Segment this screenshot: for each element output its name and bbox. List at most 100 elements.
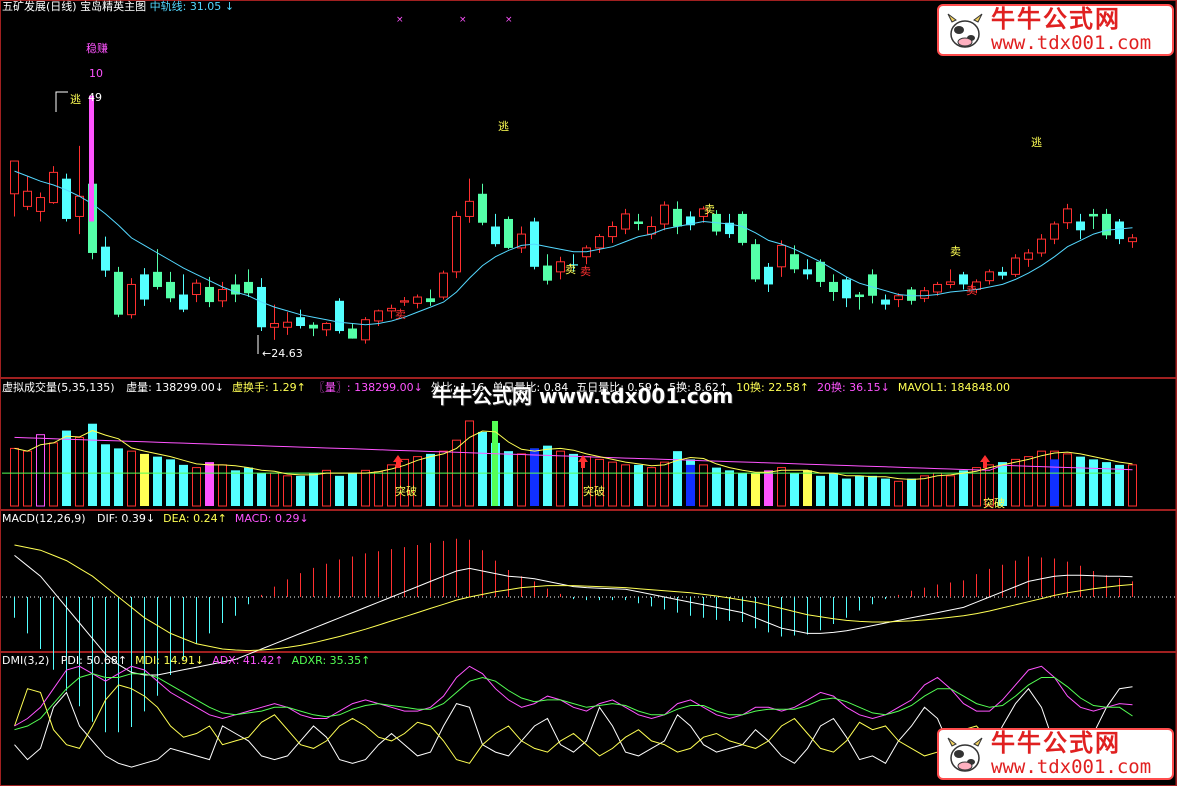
candle-body-up [361,319,370,341]
label-sell-2: 卖 [565,263,576,276]
volume-bar-down [790,473,799,506]
volume-bar-up [270,472,279,507]
label-sell-3: 卖 [580,265,591,278]
label-ten: 10 [89,67,103,80]
stock-title: 五矿发展(日线) [2,0,77,13]
dmi-adx-line [14,665,1133,727]
dmi-header: DMI(3,2) PDI: 50.68↑ MDI: 14.91↓ ADX: 41.4… [2,654,370,668]
volume-bar-up [1128,464,1137,507]
candle-body-down [1089,213,1098,217]
candle-body-down [140,274,149,300]
volume-bar-down [738,473,747,506]
dmi-field: PDI: 50.68↑ [60,654,128,667]
label-sell-4: 卖 [704,203,715,216]
volume-field: MAVOL1: 184848.00 [897,381,1011,394]
volume-bar-up [439,450,448,507]
mid-line-label: 中轨线: [149,0,187,13]
label-high-marker: 逃 [70,93,81,106]
candle-body-up [10,160,19,195]
volume-field: 20换: 36.15↓ [816,381,890,394]
volume-bar-down [855,475,864,506]
candle-body-down [335,300,344,332]
candle-body-up [933,283,942,293]
dmi-field: ADX: 41.42↑ [212,654,284,667]
candle-body-up [322,322,331,331]
panel-frame [0,510,1177,652]
volume-bar-down [868,475,877,506]
candle-body-up [920,290,929,299]
candle-body-up [75,195,84,217]
volume-field: 10换: 22.58↑ [736,381,809,394]
watermark-logo-bottom[interactable]: 牛牛公式网 www.tdx001.com [937,728,1174,780]
candle-body-down [829,281,838,292]
candle-body-down [764,266,773,285]
volume-bar-down [842,478,851,506]
volume-bar-down [543,445,552,506]
volume-title: 虚拟成交量(5,35,135) [2,381,115,394]
volume-bar-down [231,470,240,506]
candle-body-down [426,298,435,303]
label-escape-2: 逃 [1031,136,1042,149]
candle-body-up [192,282,201,296]
volume-bar-down [1089,459,1098,506]
volume-bar-down [205,462,214,506]
candle-body-down [114,271,123,315]
top-mark: × [459,15,467,25]
dmi-title: DMI(3,2) [2,654,50,667]
watermark-brand: 牛牛公式网 [991,5,1121,33]
volume-bar-down [257,473,266,506]
candle-body-up [270,322,279,328]
dmi-adxr-line [14,673,1133,731]
volume-bar-up [75,436,84,507]
candle-body-up [1011,257,1020,275]
volume-bar-down [634,464,643,506]
main-header: 五矿发展(日线) 宝岛精英主图 中轨线: 31.05 ↓ [2,0,234,14]
watermark-url: www.tdx001.com [991,32,1152,54]
volume-highlight-bar [530,448,539,506]
candle-body-down [868,274,877,296]
candle-body-down [842,279,851,299]
candle-body-down [673,208,682,227]
macd-field: DIF: 0.39↓ [97,512,156,525]
volume-bar-up [595,458,604,507]
candle-body-down [62,178,71,219]
volume-bar-down [166,459,175,506]
volume-bar-up [556,450,565,507]
volume-bar-down [140,453,149,506]
label-sell-5: 卖 [950,245,961,258]
volume-field: 虚换手: 1.29↑ [231,381,306,394]
candle-body-down [244,281,253,294]
candle-body-up [660,204,669,225]
candle-body-up [127,283,136,316]
candle-body-up [413,296,422,304]
candle-body-up [608,226,617,238]
volume-bar-up [465,420,474,507]
candle-body-up [452,215,461,273]
candle-body-down [348,328,357,339]
volume-bar-up [946,475,955,507]
candle-body-down [543,265,552,281]
watermark-logo-top[interactable]: 牛牛公式网 www.tdx001.com [937,4,1174,56]
volume-bar-down [88,423,97,506]
volume-bar-up [218,464,227,507]
volume-bar-up [361,469,370,507]
candle-body-up [894,295,903,301]
volume-bar-down [959,470,968,506]
volume-bar-up [127,450,136,507]
label-breakout: 突破 [395,484,417,498]
volume-bar-down [504,451,513,506]
volume-bar-down [62,430,71,506]
candle-body-down [816,261,825,282]
volume-bar-up [23,450,32,507]
candle-body-down [179,294,188,310]
watermark-brand: 牛牛公式网 [991,729,1121,757]
candle-body-down [309,324,318,329]
candle-body-down [998,271,1007,276]
volume-bar-down [569,453,578,506]
label-high-value: 49 [88,91,102,104]
volume-highlight-bar [1050,459,1059,506]
candle-body-down [504,218,513,248]
macd-title: MACD(12,26,9) [2,512,86,525]
volume-bar-down [751,473,760,506]
top-mark: × [396,15,404,25]
